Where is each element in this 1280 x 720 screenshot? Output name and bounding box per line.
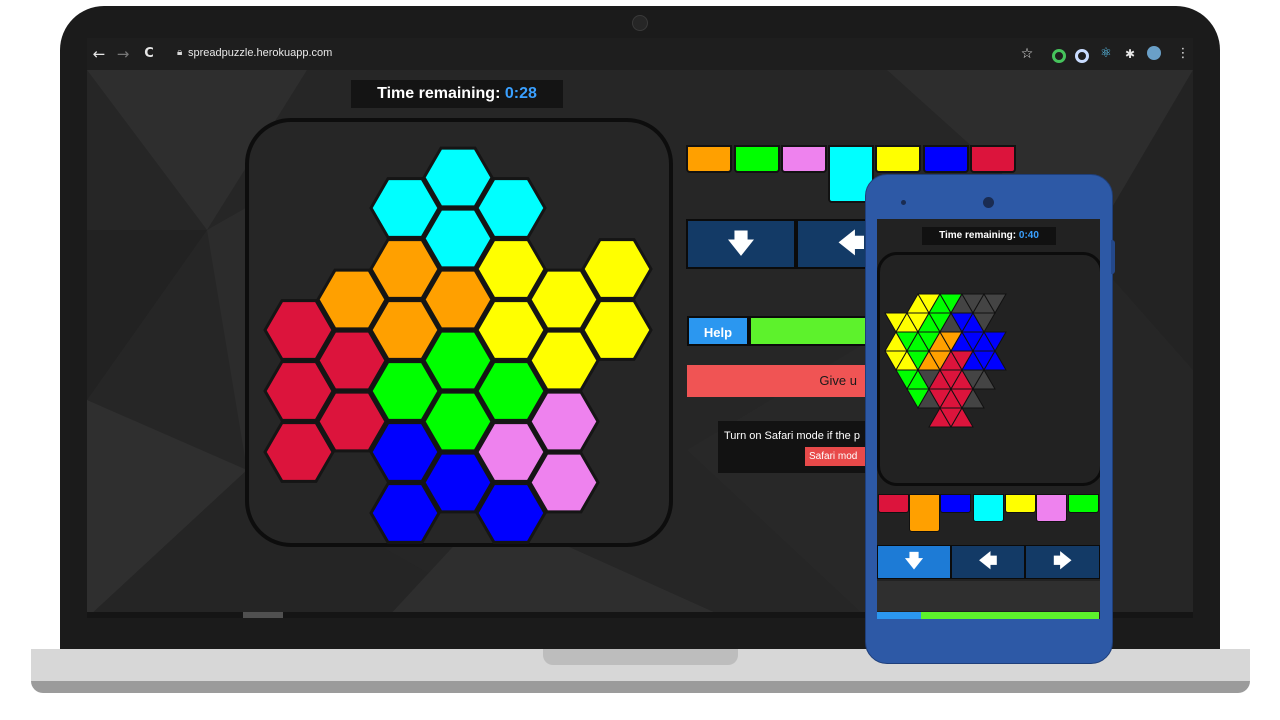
mobile-tray-piece-violet[interactable] [1036, 494, 1067, 522]
laptop-base-edge [31, 681, 1250, 693]
mobile-tray-piece-cyan[interactable] [973, 494, 1004, 522]
phone-camera [983, 197, 994, 208]
mobile-move-left-button[interactable]: 🡄 [951, 545, 1025, 579]
safari-mode-panel: Turn on Safari mode if the p Safari mod [718, 421, 875, 473]
mobile-tray-piece-orange[interactable] [909, 494, 940, 532]
mobile-move-down-button[interactable]: 🡇 [877, 545, 951, 579]
mobile-help-button[interactable] [877, 612, 921, 619]
tray-piece-violet[interactable] [781, 145, 827, 173]
hex-cell-blue[interactable] [475, 482, 547, 544]
give-up-button[interactable]: Give u [687, 365, 869, 397]
help-button[interactable]: Help [687, 316, 749, 346]
laptop-notch [543, 649, 738, 665]
tray-piece-green[interactable] [734, 145, 780, 173]
mobile-progress-bar [921, 612, 1099, 619]
mobile-tray-piece-blue[interactable] [940, 494, 971, 513]
phone-side-button [1111, 240, 1115, 274]
phone-screen: Time remaining: 0:40 🡇 🡄 🡆 [877, 219, 1100, 619]
move-down-button[interactable]: 🡇 [686, 219, 796, 269]
mobile-tray-piece-crimson[interactable] [878, 494, 909, 513]
progress-bar [749, 316, 869, 346]
mobile-move-right-button[interactable]: 🡆 [1025, 545, 1100, 579]
tray-piece-orange[interactable] [686, 145, 732, 173]
laptop-camera [632, 15, 648, 31]
mobile-tray-piece-yellow[interactable] [1005, 494, 1036, 513]
tray-piece-blue[interactable] [923, 145, 969, 173]
hex-cell-blue[interactable] [369, 482, 441, 544]
hex-cell-yellow[interactable] [581, 299, 653, 361]
move-left-button[interactable]: 🡄 [796, 219, 869, 269]
tray-piece-crimson[interactable] [970, 145, 1016, 173]
tray-piece-yellow[interactable] [875, 145, 921, 173]
hex-cell-crimson[interactable] [263, 421, 335, 483]
mobile-tray-piece-green[interactable] [1068, 494, 1099, 513]
hex-cell-yellow[interactable] [581, 238, 653, 300]
safari-mode-text: Turn on Safari mode if the p [724, 430, 860, 442]
phone-sensor [901, 200, 906, 205]
mobile-spacer [877, 581, 1100, 611]
